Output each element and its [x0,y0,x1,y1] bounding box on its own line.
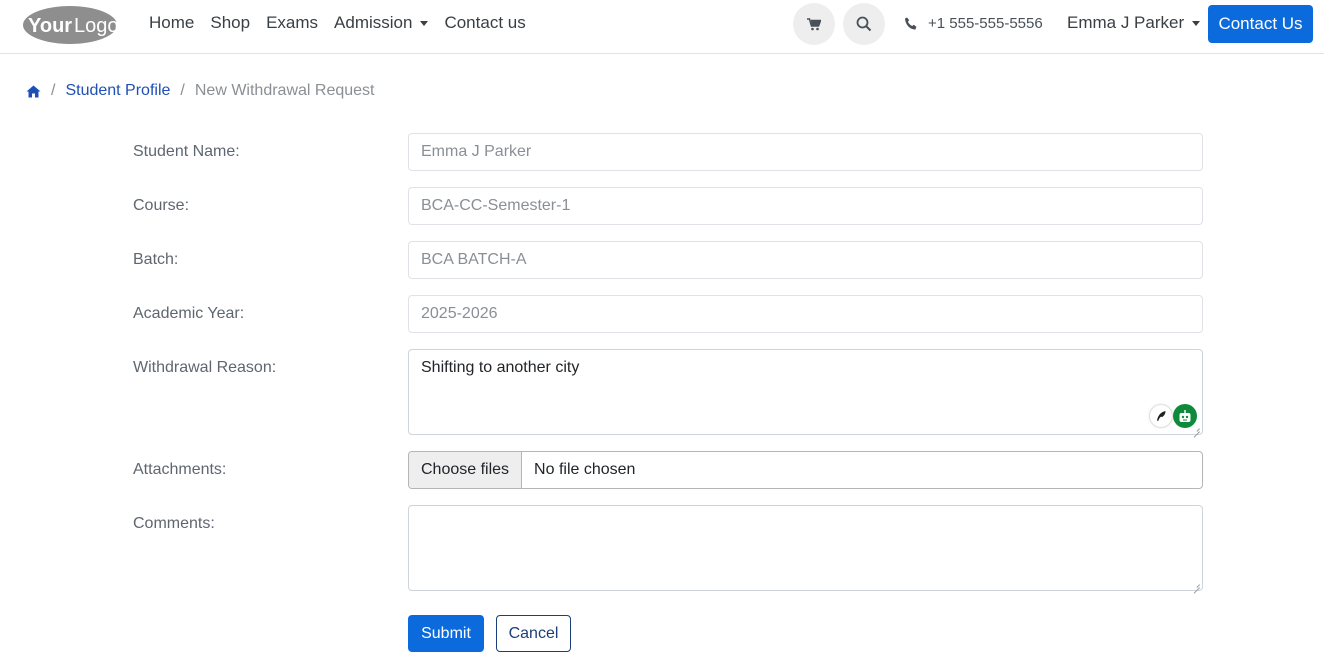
nav-exams-label: Exams [266,13,319,32]
student-name-value: Emma J Parker [421,143,532,160]
nav-shop[interactable]: Shop [210,13,250,33]
choose-files-button[interactable]: Choose files [409,452,523,488]
breadcrumb-separator: / [51,82,56,99]
nav-shop-label: Shop [210,13,251,32]
main-nav: Home Shop Exams Admission Contact us [149,13,542,33]
attachments-file-input[interactable]: Choose files No file chosen [408,451,1203,489]
site-logo[interactable]: Your Logo [22,5,119,45]
comments-label: Comments: [133,515,215,532]
nav-exams[interactable]: Exams [266,13,318,33]
comments-textarea[interactable] [408,505,1203,591]
course-field: BCA-CC-Semester-1 [408,187,1203,225]
search-icon [856,16,872,32]
breadcrumb: / Student Profile / New Withdrawal Reque… [26,82,374,100]
breadcrumb-separator: / [180,82,185,99]
phone-link[interactable]: +1 555-555-5556 [904,15,1043,32]
academic-year-value: 2025-2026 [421,305,498,322]
contact-us-button[interactable]: Contact Us [1208,5,1313,43]
feather-icon [1157,411,1166,421]
nav-contact-label: Contact us [444,13,526,32]
submit-button[interactable]: Submit [408,615,484,652]
breadcrumb-current: New Withdrawal Request [194,82,375,99]
student-name-field: Emma J Parker [408,133,1203,171]
top-navbar: Your Logo Home Shop Exams Admission Cont… [0,0,1324,54]
course-label: Course: [133,197,190,214]
cart-icon [807,17,821,30]
search-button[interactable] [843,3,885,45]
student-name-label: Student Name: [133,143,240,160]
nav-admission-label: Admission [334,13,413,32]
withdrawal-reason-label: Withdrawal Reason: [133,359,277,376]
ai-assistant-button[interactable] [1173,404,1197,428]
file-status-text: No file chosen [534,461,636,478]
phone-icon [905,17,917,29]
pen-tool-button[interactable] [1149,404,1173,428]
breadcrumb-student-profile[interactable]: Student Profile [65,82,170,100]
nav-admission-dropdown[interactable]: Admission [334,13,429,33]
user-menu-dropdown[interactable]: Emma J Parker [1067,13,1201,33]
home-icon[interactable] [26,85,41,98]
withdrawal-reason-textarea[interactable]: Shifting to another city [408,349,1203,435]
withdrawal-reason-value: Shifting to another city [421,359,580,376]
batch-label: Batch: [133,251,179,268]
academic-year-label: Academic Year: [133,305,245,322]
chevron-down-icon [1192,20,1201,26]
phone-number: +1 555-555-5556 [928,15,1043,32]
course-value: BCA-CC-Semester-1 [421,197,571,214]
robot-icon [1179,409,1191,422]
assistant-tools [1149,404,1197,428]
nav-contact[interactable]: Contact us [444,13,525,33]
attachments-label: Attachments: [133,461,227,478]
user-name: Emma J Parker [1067,13,1185,32]
chevron-down-icon [420,20,429,26]
academic-year-field: 2025-2026 [408,295,1203,333]
svg-text:Logo: Logo [74,15,118,37]
nav-home-label: Home [149,13,195,32]
cancel-button[interactable]: Cancel [496,615,571,652]
batch-field: BCA BATCH-A [408,241,1203,279]
nav-home[interactable]: Home [149,13,194,33]
batch-value: BCA BATCH-A [421,251,527,268]
cart-button[interactable] [793,3,835,45]
resize-grip[interactable] [1192,580,1200,588]
svg-text:Your: Your [28,15,72,37]
